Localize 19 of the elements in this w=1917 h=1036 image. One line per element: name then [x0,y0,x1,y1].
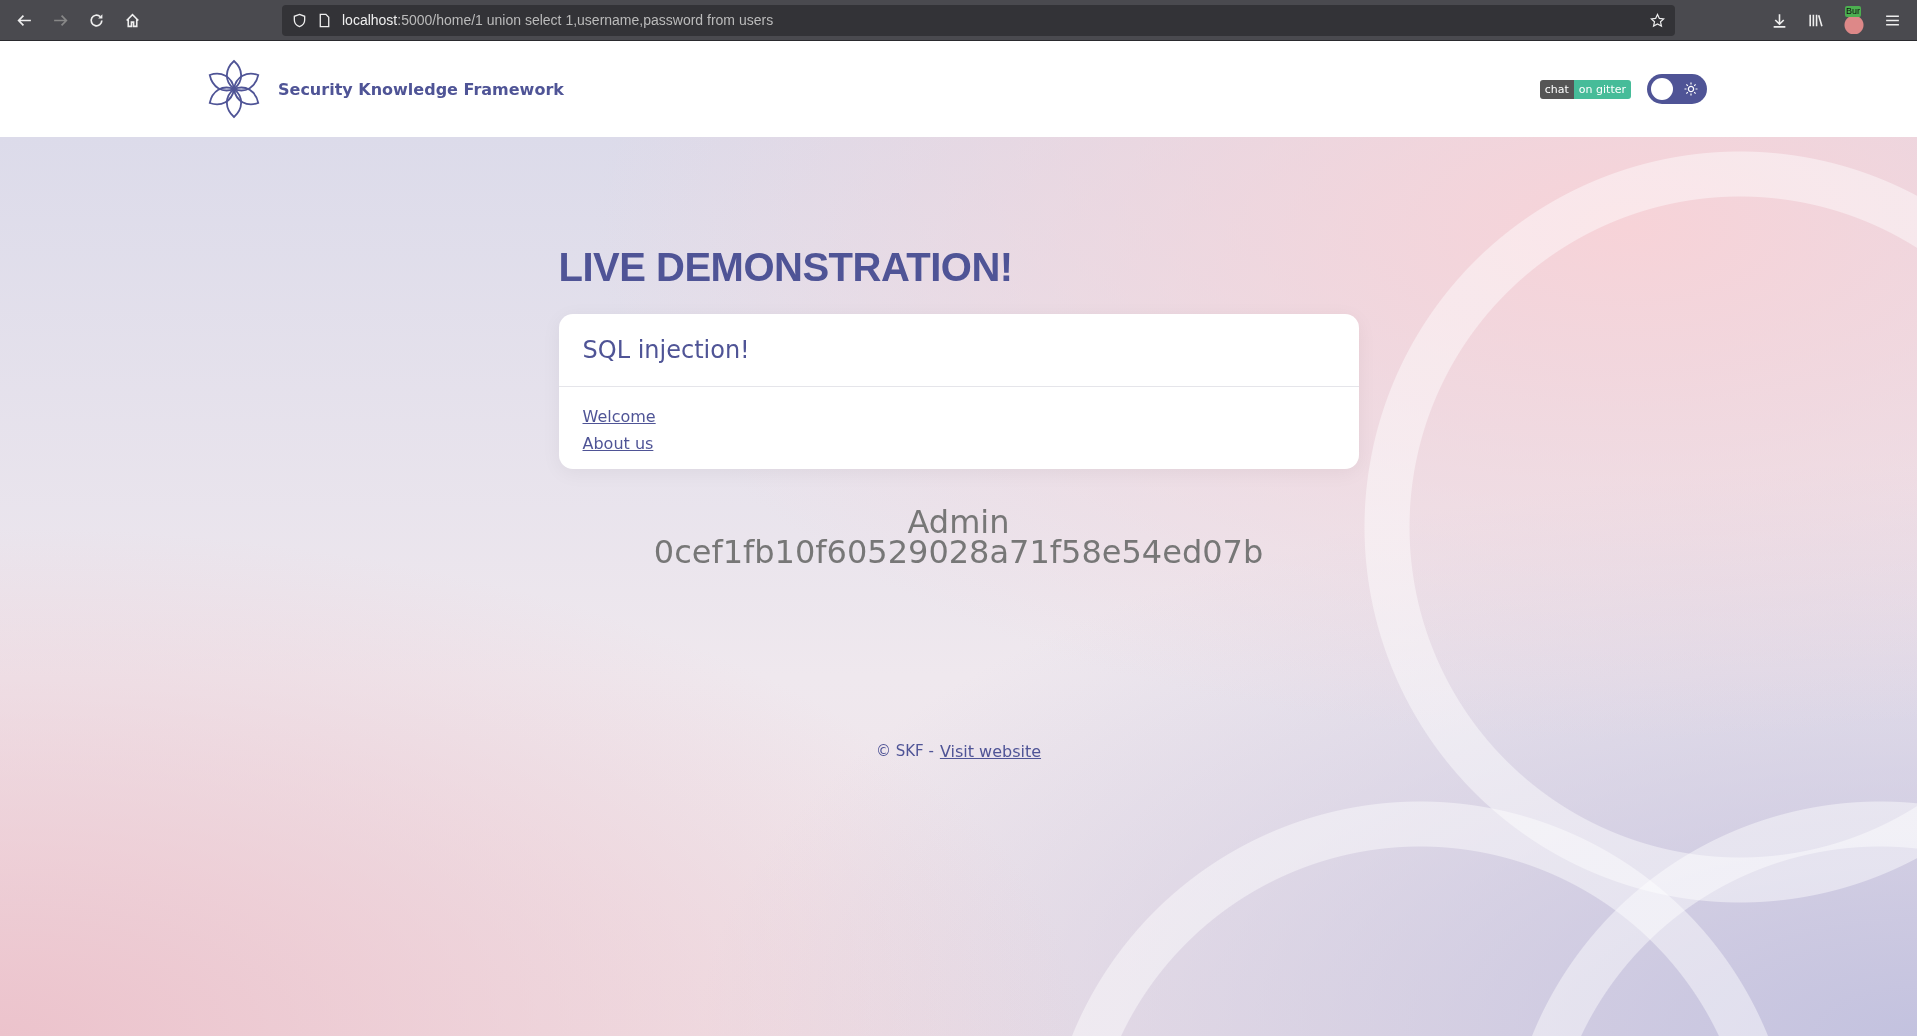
extension-button[interactable]: Bur [1843,6,1865,34]
nav-link[interactable]: Welcome [582,407,656,426]
nav-link[interactable]: About us [582,434,654,453]
copyright-text: © SKF - [875,742,934,761]
page-heading: LIVE DEMONSTRATION! [558,245,1014,290]
shield-icon [292,12,307,28]
brand-name[interactable]: Security Knowledge Framework [278,79,564,99]
website-link[interactable]: Visit website [939,742,1042,761]
theme-toggle[interactable] [1647,74,1707,104]
star-icon[interactable] [1650,12,1665,28]
home-icon[interactable] [124,11,141,29]
download-icon[interactable] [1771,11,1788,29]
query-result-text: Admin [907,507,1010,537]
sun-icon [1683,81,1699,97]
address-bar[interactable]: localhost:5000/home/1 union select 1,username,password from users [282,4,1675,36]
reload-icon[interactable] [88,11,105,29]
card-title: SQL injection! [558,314,1359,387]
query-result-text: 0cef1fb10f60529028a71f58e54ed07b [653,537,1264,567]
page-icon [317,12,332,28]
